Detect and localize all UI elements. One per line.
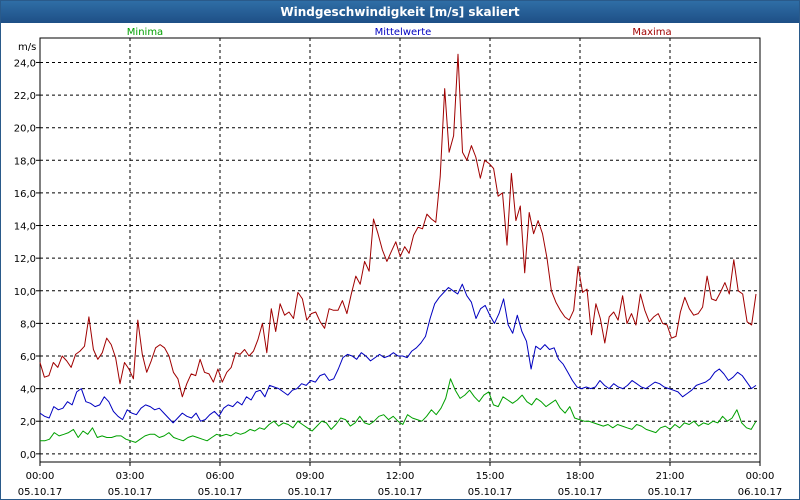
x-tick-date: 05.10.17 <box>468 487 513 498</box>
x-tick-date: 05.10.17 <box>648 487 693 498</box>
x-tick-time: 09:00 <box>296 471 325 482</box>
x-tick-date: 05.10.17 <box>108 487 153 498</box>
x-tick-time: 21:00 <box>656 471 685 482</box>
y-tick-label: 18,0 <box>14 156 36 167</box>
y-tick-label: 20,0 <box>14 124 36 135</box>
y-tick-label: 16,0 <box>14 189 36 200</box>
legend: Minima Mittelwerte Maxima <box>127 27 672 38</box>
y-axis-label: m/s <box>18 42 36 53</box>
y-tick-label: 0,0 <box>20 450 36 461</box>
x-axis: 00:00 05.10.17 03:00 05.10.17 06:00 05.10.17 0… <box>18 462 783 498</box>
chart-canvas: 0,0 2,0 4,0 6,0 8,0 10,0 12,0 14,0 16,0 18,0 20,0 2… <box>14 27 783 498</box>
legend-maxima: Maxima <box>632 27 671 38</box>
y-axis: 0,0 2,0 4,0 6,0 8,0 10,0 12,0 14,0 16,0 18,0 20,0 2… <box>14 58 40 461</box>
x-tick-time: 03:00 <box>116 471 145 482</box>
x-tick-time: 00:00 <box>746 471 775 482</box>
y-tick-label: 2,0 <box>20 417 36 428</box>
y-tick-label: 12,0 <box>14 254 36 265</box>
x-tick-time: 18:00 <box>566 471 595 482</box>
y-tick-label: 14,0 <box>14 222 36 233</box>
y-tick-label: 6,0 <box>20 352 36 363</box>
x-tick-time: 00:00 <box>26 471 55 482</box>
grid <box>39 37 761 463</box>
y-tick-label: 10,0 <box>14 287 36 298</box>
y-tick-label: 8,0 <box>20 319 36 330</box>
series-line-mittelwerte <box>39 283 757 424</box>
x-tick-time: 06:00 <box>206 471 235 482</box>
x-tick-date: 05.10.17 <box>18 487 63 498</box>
x-tick-date: 06.10.17 <box>738 487 783 498</box>
x-tick-time: 15:00 <box>476 471 505 482</box>
series-lines <box>39 53 757 443</box>
x-tick-time: 12:00 <box>386 471 415 482</box>
x-tick-date: 05.10.17 <box>378 487 423 498</box>
x-tick-date: 05.10.17 <box>558 487 603 498</box>
legend-minima: Minima <box>127 27 163 38</box>
x-tick-date: 05.10.17 <box>198 487 243 498</box>
y-tick-label: 22,0 <box>14 91 36 102</box>
y-tick-label: 4,0 <box>20 385 36 396</box>
legend-mittelwerte: Mittelwerte <box>375 27 432 38</box>
x-tick-date: 05.10.17 <box>288 487 333 498</box>
y-tick-label: 24,0 <box>14 58 36 69</box>
